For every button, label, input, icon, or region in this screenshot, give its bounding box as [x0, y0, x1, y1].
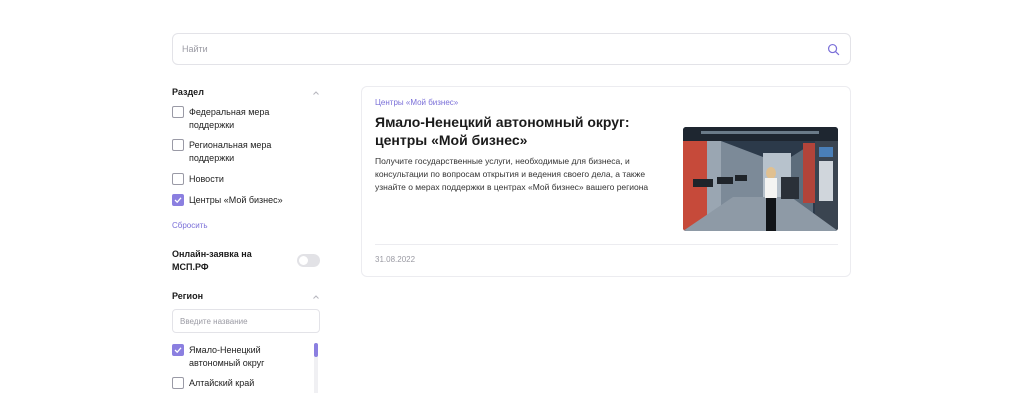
- checkbox-label: Региональная мера поддержки: [189, 140, 272, 163]
- region-search-input[interactable]: [180, 310, 316, 332]
- chevron-up-icon[interactable]: [312, 293, 320, 301]
- result-date: 31.08.2022: [375, 255, 416, 264]
- online-application-label: Онлайн-заявка на МСП.РФ: [172, 249, 252, 272]
- checkbox-label: Центры «Мой бизнес»: [189, 195, 283, 205]
- result-description: Получите государственные услуги, необход…: [375, 156, 649, 192]
- checkbox-checked[interactable]: [172, 194, 184, 206]
- section-filter-title: Раздел: [172, 87, 204, 97]
- search-input[interactable]: [182, 34, 822, 64]
- search-icon[interactable]: [827, 43, 840, 56]
- section-filter-header[interactable]: Раздел: [172, 87, 320, 101]
- region-filter-header[interactable]: Регион: [172, 291, 320, 305]
- checkbox-label: Федеральная мера поддержки: [189, 107, 270, 130]
- result-tag[interactable]: Центры «Мой бизнес»: [375, 98, 458, 107]
- checkbox[interactable]: [172, 106, 184, 118]
- checkbox-label: Алтайский край: [189, 378, 255, 388]
- result-title[interactable]: Ямало-Ненецкий автономный округ: центры …: [375, 113, 655, 149]
- checkbox-checked[interactable]: [172, 344, 184, 356]
- region-filter-title: Регион: [172, 291, 203, 301]
- card-divider: [375, 244, 838, 245]
- checkbox[interactable]: [172, 173, 184, 185]
- chevron-up-icon[interactable]: [312, 89, 320, 97]
- online-application-toggle[interactable]: [297, 254, 320, 267]
- search-bar[interactable]: [172, 33, 851, 65]
- checkmark-icon: [174, 197, 182, 204]
- reset-filters-link[interactable]: Сбросить: [172, 221, 208, 230]
- region-list-scroll-thumb[interactable]: [314, 343, 318, 357]
- toggle-knob: [299, 256, 308, 265]
- checkbox[interactable]: [172, 377, 184, 389]
- result-card[interactable]: Центры «Мой бизнес» Ямало-Ненецкий автон…: [361, 86, 851, 277]
- checkbox-label: Новости: [189, 174, 224, 184]
- checkbox[interactable]: [172, 139, 184, 151]
- checkbox-label: Ямало-Ненецкий автономный округ: [189, 345, 265, 368]
- region-search-field[interactable]: [172, 309, 320, 333]
- checkmark-icon: [174, 347, 182, 354]
- result-photo: [683, 127, 838, 231]
